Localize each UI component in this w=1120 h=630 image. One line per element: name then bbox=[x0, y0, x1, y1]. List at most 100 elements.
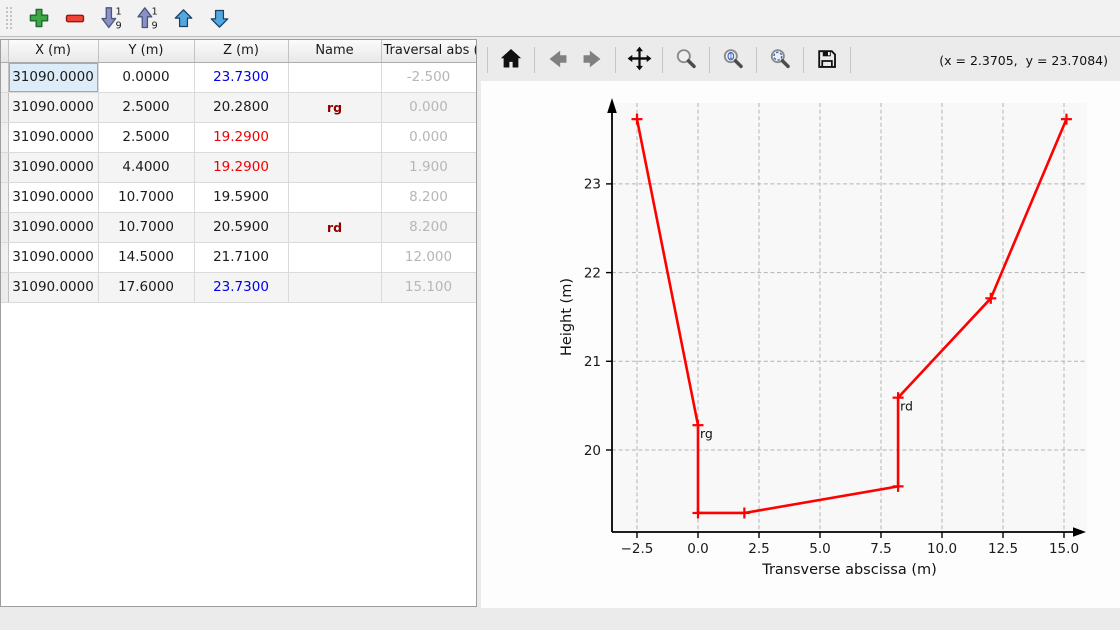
figure-canvas[interactable]: −2.50.02.55.07.510.012.515.020212223Tran… bbox=[481, 81, 1120, 608]
cell-name[interactable] bbox=[288, 242, 381, 272]
remove-icon bbox=[63, 6, 87, 30]
toolbar-separator bbox=[756, 47, 757, 73]
y-tick-label: 21 bbox=[584, 354, 601, 370]
cell-traversal-abs[interactable]: 12.000 bbox=[381, 242, 476, 272]
cell-name[interactable] bbox=[288, 272, 381, 302]
sort-descending-button[interactable]: 19 bbox=[133, 4, 161, 32]
row-selector-strip[interactable] bbox=[1, 62, 8, 92]
cell-traversal-abs[interactable]: 0.000 bbox=[381, 122, 476, 152]
cell-x[interactable]: 31090.0000 bbox=[8, 272, 98, 302]
cell-x[interactable]: 31090.0000 bbox=[8, 182, 98, 212]
table-row: 31090.00000.000023.7300 -2.500 bbox=[1, 62, 476, 92]
cell-traversal-abs[interactable]: 8.200 bbox=[381, 212, 476, 242]
cell-z[interactable]: 19.2900 bbox=[194, 122, 288, 152]
row-selector-strip[interactable] bbox=[1, 122, 8, 152]
svg-text:1: 1 bbox=[151, 6, 157, 17]
home-button[interactable] bbox=[496, 45, 526, 75]
cell-traversal-abs[interactable]: 8.200 bbox=[381, 182, 476, 212]
zoom-one-magnifier-icon: 1 bbox=[720, 46, 746, 75]
toolbar-separator bbox=[662, 47, 663, 73]
add-point-button[interactable] bbox=[25, 4, 53, 32]
cell-z[interactable]: 23.7300 bbox=[194, 272, 288, 302]
svg-text:9: 9 bbox=[115, 20, 121, 31]
row-selector-strip[interactable] bbox=[1, 242, 8, 272]
cell-name[interactable] bbox=[288, 152, 381, 182]
x-tick-label: 7.5 bbox=[870, 541, 891, 557]
top-toolbar: 1919 bbox=[0, 0, 1120, 37]
row-selector-strip[interactable] bbox=[1, 272, 8, 302]
table-row: 31090.00002.500020.2800rg0.000 bbox=[1, 92, 476, 122]
zoom-rect-button[interactable] bbox=[671, 45, 701, 75]
x-tick-label: 15.0 bbox=[1049, 541, 1079, 557]
cell-y[interactable]: 10.7000 bbox=[98, 212, 194, 242]
cell-y[interactable]: 14.5000 bbox=[98, 242, 194, 272]
row-selector-strip[interactable] bbox=[1, 182, 8, 212]
zoom-one-button[interactable]: 1 bbox=[718, 45, 748, 75]
column-header-name[interactable]: Name bbox=[288, 40, 381, 62]
forward-button[interactable] bbox=[577, 45, 607, 75]
cell-x[interactable]: 31090.0000 bbox=[8, 242, 98, 272]
move-down-icon bbox=[208, 7, 231, 30]
save-icon bbox=[814, 46, 840, 75]
save-figure-button[interactable] bbox=[812, 45, 842, 75]
table-row: 31090.000014.500021.7100 12.000 bbox=[1, 242, 476, 272]
cell-traversal-abs[interactable]: 0.000 bbox=[381, 92, 476, 122]
cross-section-chart[interactable]: −2.50.02.55.07.510.012.515.020212223Tran… bbox=[481, 81, 1120, 608]
sort-ascending-button[interactable]: 19 bbox=[97, 4, 125, 32]
toolbar-separator bbox=[803, 47, 804, 73]
column-header-abs[interactable]: Traversal abs (m) bbox=[381, 40, 476, 62]
cell-y[interactable]: 10.7000 bbox=[98, 182, 194, 212]
row-selector-strip[interactable] bbox=[1, 212, 8, 242]
cell-z[interactable]: 19.2900 bbox=[194, 152, 288, 182]
point-annotation: rd bbox=[900, 399, 913, 414]
column-header-z[interactable]: Z (m) bbox=[194, 40, 288, 62]
cell-x[interactable]: 31090.0000 bbox=[8, 92, 98, 122]
toolbar-separator bbox=[709, 47, 710, 73]
cell-name[interactable] bbox=[288, 62, 381, 92]
cell-x[interactable]: 31090.0000 bbox=[8, 212, 98, 242]
move-down-button[interactable] bbox=[205, 4, 233, 32]
cell-name[interactable]: rd bbox=[288, 212, 381, 242]
cell-z[interactable]: 20.2800 bbox=[194, 92, 288, 122]
cell-x[interactable]: 31090.0000 bbox=[8, 62, 98, 92]
sort-ascending-icon: 19 bbox=[98, 5, 124, 31]
cell-z[interactable]: 21.7100 bbox=[194, 242, 288, 272]
cell-y[interactable]: 2.5000 bbox=[98, 92, 194, 122]
table-row: 31090.00004.400019.2900 1.900 bbox=[1, 152, 476, 182]
cell-traversal-abs[interactable]: -2.500 bbox=[381, 62, 476, 92]
cell-z[interactable]: 20.5900 bbox=[194, 212, 288, 242]
toolbar-drag-handle[interactable] bbox=[4, 5, 13, 31]
remove-point-button[interactable] bbox=[61, 4, 89, 32]
cell-y[interactable]: 0.0000 bbox=[98, 62, 194, 92]
row-selector-strip[interactable] bbox=[1, 152, 8, 182]
home-icon bbox=[498, 46, 524, 75]
cell-name[interactable] bbox=[288, 182, 381, 212]
move-up-icon bbox=[172, 7, 195, 30]
axes-background bbox=[612, 103, 1087, 532]
pan-button[interactable] bbox=[624, 45, 654, 75]
column-header-x[interactable]: X (m) bbox=[8, 40, 98, 62]
cell-name[interactable] bbox=[288, 122, 381, 152]
back-button[interactable] bbox=[543, 45, 573, 75]
cell-y[interactable]: 4.4000 bbox=[98, 152, 194, 182]
cell-name[interactable]: rg bbox=[288, 92, 381, 122]
cell-x[interactable]: 31090.0000 bbox=[8, 122, 98, 152]
x-tick-label: 2.5 bbox=[748, 541, 769, 557]
table-row: 31090.00002.500019.2900 0.000 bbox=[1, 122, 476, 152]
point-annotation: rg bbox=[700, 426, 713, 441]
move-up-button[interactable] bbox=[169, 4, 197, 32]
cell-z[interactable]: 19.5900 bbox=[194, 182, 288, 212]
cell-z[interactable]: 23.7300 bbox=[194, 62, 288, 92]
pan-move-icon bbox=[626, 45, 653, 75]
column-header-y[interactable]: Y (m) bbox=[98, 40, 194, 62]
svg-text:1: 1 bbox=[115, 6, 121, 17]
cell-traversal-abs[interactable]: 1.900 bbox=[381, 152, 476, 182]
cell-traversal-abs[interactable]: 15.100 bbox=[381, 272, 476, 302]
cell-y[interactable]: 2.5000 bbox=[98, 122, 194, 152]
cursor-coordinates-readout: (x = 2.3705, y = 23.7084) bbox=[939, 53, 1120, 68]
zoom-fit-button[interactable] bbox=[765, 45, 795, 75]
row-selector-strip[interactable] bbox=[1, 92, 8, 122]
table-row: 31090.000010.700020.5900rd8.200 bbox=[1, 212, 476, 242]
cell-y[interactable]: 17.6000 bbox=[98, 272, 194, 302]
cell-x[interactable]: 31090.0000 bbox=[8, 152, 98, 182]
